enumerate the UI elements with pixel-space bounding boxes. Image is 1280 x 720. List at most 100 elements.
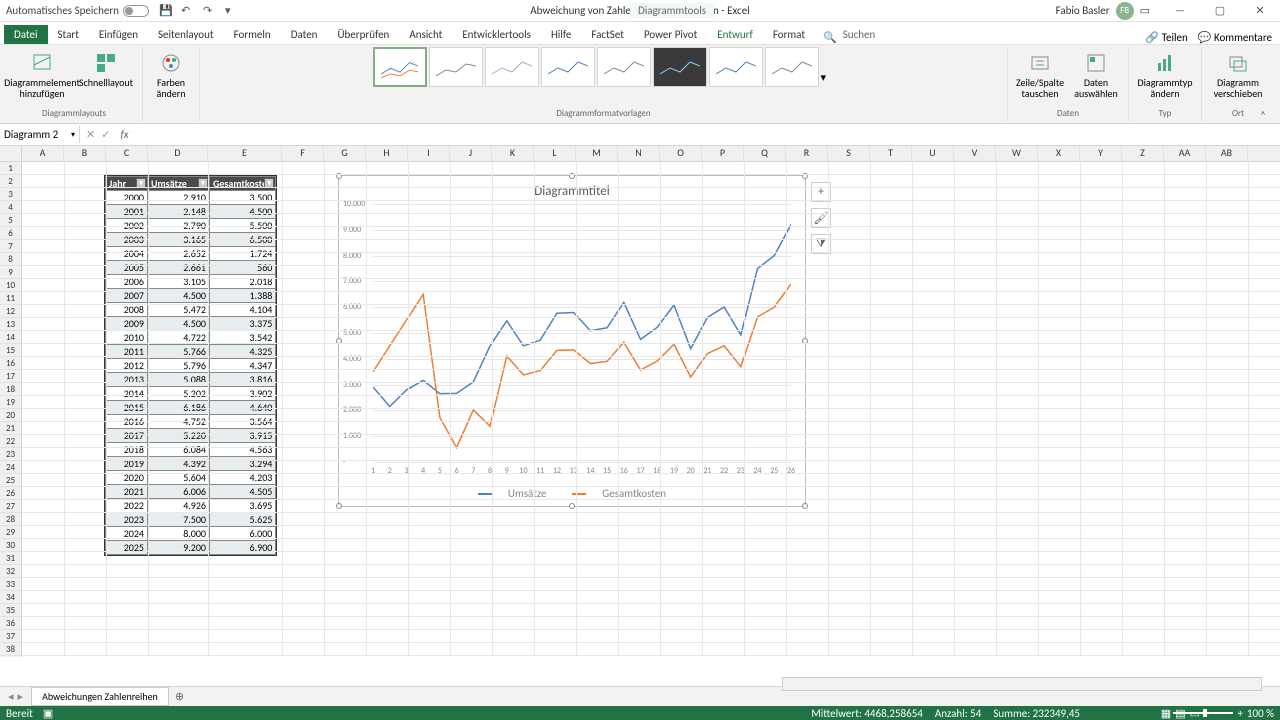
change-colors-button[interactable]: Farben ändern <box>149 47 193 99</box>
tab-start[interactable]: Start <box>48 25 89 44</box>
col-header[interactable]: O <box>660 146 702 161</box>
autosave-toggle[interactable] <box>123 5 149 17</box>
row-header[interactable]: 18 <box>0 383 21 396</box>
col-header[interactable]: H <box>366 146 408 161</box>
row-header[interactable]: 23 <box>0 448 21 461</box>
autosave[interactable]: Automatisches Speichern <box>6 4 149 17</box>
col-header[interactable]: R <box>786 146 828 161</box>
chart-styles-gallery[interactable]: ▾ <box>373 47 835 108</box>
qat-more-icon[interactable]: ▾ <box>225 4 239 18</box>
col-header[interactable]: Z <box>1122 146 1164 161</box>
style-thumb-1[interactable] <box>373 47 427 87</box>
select-data-button[interactable]: Daten auswählen <box>1070 47 1122 99</box>
col-header[interactable]: S <box>828 146 870 161</box>
col-header[interactable]: P <box>702 146 744 161</box>
row-header[interactable]: 35 <box>0 604 21 617</box>
col-header[interactable]: D <box>148 146 208 161</box>
tab-formeln[interactable]: Formeln <box>224 25 281 44</box>
name-box[interactable]: Diagramm 2▾ <box>0 126 80 143</box>
col-header[interactable]: I <box>408 146 450 161</box>
col-header[interactable]: X <box>1038 146 1080 161</box>
row-header[interactable]: 31 <box>0 552 21 565</box>
tab-factset[interactable]: FactSet <box>581 25 634 44</box>
save-icon[interactable]: 💾 <box>159 4 173 18</box>
tab-einfügen[interactable]: Einfügen <box>89 25 148 44</box>
sheet-prev-icon[interactable]: ◂ <box>8 690 14 703</box>
row-header[interactable]: 9 <box>0 266 21 279</box>
row-header[interactable]: 12 <box>0 305 21 318</box>
col-header[interactable]: J <box>450 146 492 161</box>
comments-button[interactable]: 💬 Kommentare <box>1198 31 1272 44</box>
row-header[interactable]: 15 <box>0 344 21 357</box>
collapse-ribbon-icon[interactable]: ˄ <box>1260 109 1274 123</box>
horizontal-scrollbar[interactable] <box>782 677 1262 691</box>
row-header[interactable]: 28 <box>0 513 21 526</box>
style-thumb-2[interactable] <box>429 47 483 87</box>
row-header[interactable]: 27 <box>0 500 21 513</box>
zoom-out-icon[interactable]: − <box>1164 707 1169 720</box>
row-header[interactable]: 30 <box>0 539 21 552</box>
add-chart-element-button[interactable]: Diagrammelement hinzufügen <box>12 47 72 99</box>
switch-row-col-button[interactable]: Zeile/Spalte tauschen <box>1014 47 1066 99</box>
change-chart-type-button[interactable]: Diagrammtyp ändern <box>1135 47 1195 99</box>
row-header[interactable]: 10 <box>0 279 21 292</box>
row-header[interactable]: 7 <box>0 240 21 253</box>
row-header[interactable]: 32 <box>0 565 21 578</box>
row-header[interactable]: 25 <box>0 474 21 487</box>
row-header[interactable]: 2 <box>0 175 21 188</box>
row-header[interactable]: 5 <box>0 214 21 227</box>
row-header[interactable]: 16 <box>0 357 21 370</box>
zoom-value[interactable]: 100 % <box>1247 707 1274 720</box>
row-header[interactable]: 22 <box>0 435 21 448</box>
move-chart-button[interactable]: Diagramm verschieben <box>1208 47 1268 99</box>
row-header[interactable]: 29 <box>0 526 21 539</box>
row-header[interactable]: 33 <box>0 578 21 591</box>
tab-entwurf[interactable]: Entwurf <box>707 25 763 44</box>
styles-more-button[interactable]: ▾ <box>821 71 835 84</box>
tab-file[interactable]: Datei <box>4 25 48 44</box>
col-header[interactable]: B <box>64 146 106 161</box>
col-header[interactable]: K <box>492 146 534 161</box>
row-header[interactable]: 8 <box>0 253 21 266</box>
tab-format[interactable]: Format <box>763 25 815 44</box>
col-header[interactable]: C <box>106 146 148 161</box>
redo-icon[interactable]: ↷ <box>203 4 217 18</box>
tab-daten[interactable]: Daten <box>281 25 328 44</box>
row-header[interactable]: 26 <box>0 487 21 500</box>
share-button[interactable]: 🔗 Teilen <box>1145 31 1187 44</box>
row-header[interactable]: 36 <box>0 617 21 630</box>
tab-ansicht[interactable]: Ansicht <box>399 25 452 44</box>
search-icon[interactable]: 🔍 <box>823 31 837 44</box>
col-header[interactable]: E <box>208 146 282 161</box>
row-header[interactable]: 34 <box>0 591 21 604</box>
zoom-slider[interactable] <box>1173 712 1233 714</box>
col-header[interactable]: F <box>282 146 324 161</box>
fx-icon[interactable]: fx <box>116 128 132 141</box>
col-header[interactable]: A <box>22 146 64 161</box>
row-header[interactable]: 1 <box>0 162 21 175</box>
sheet-next-icon[interactable]: ▸ <box>18 690 24 703</box>
row-header[interactable]: 17 <box>0 370 21 383</box>
style-thumb-6[interactable] <box>653 47 707 87</box>
tab-überprüfen[interactable]: Überprüfen <box>327 25 399 44</box>
col-header[interactable]: Y <box>1080 146 1122 161</box>
undo-icon[interactable]: ↶ <box>181 4 195 18</box>
col-header[interactable]: AB <box>1206 146 1248 161</box>
tab-power pivot[interactable]: Power Pivot <box>634 25 707 44</box>
select-all-corner[interactable] <box>0 146 22 161</box>
add-sheet-button[interactable]: ⊕ <box>169 688 190 705</box>
style-thumb-4[interactable] <box>541 47 595 87</box>
cells[interactable]: Jahr▾Umsätze▾Gesamtkosten▾20002.9103.500… <box>22 162 1280 657</box>
col-header[interactable]: V <box>954 146 996 161</box>
close-button[interactable]: ✕ <box>1240 0 1280 22</box>
row-header[interactable]: 19 <box>0 396 21 409</box>
row-header[interactable]: 37 <box>0 630 21 643</box>
style-thumb-5[interactable] <box>597 47 651 87</box>
row-header[interactable]: 13 <box>0 318 21 331</box>
zoom-in-icon[interactable]: + <box>1237 707 1242 720</box>
row-header[interactable]: 4 <box>0 201 21 214</box>
col-header[interactable]: U <box>912 146 954 161</box>
row-header[interactable]: 14 <box>0 331 21 344</box>
tab-entwicklertools[interactable]: Entwicklertools <box>452 25 541 44</box>
macro-record-icon[interactable]: ▣ <box>43 707 53 720</box>
